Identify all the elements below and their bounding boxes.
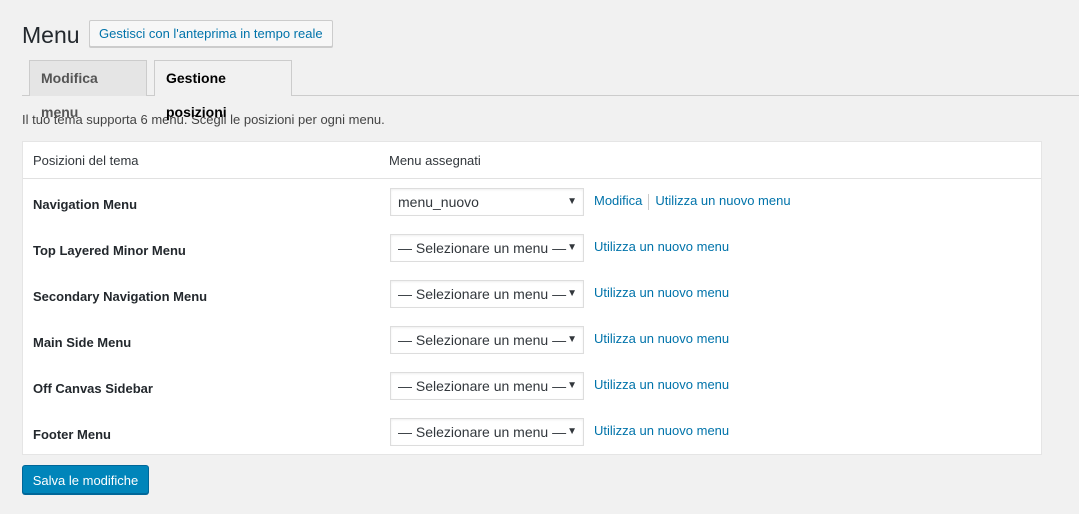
menu-locations-table: Posizioni del tema Menu assegnati Naviga…	[22, 141, 1042, 455]
menu-select[interactable]: — Selezionare un menu — ▼	[390, 326, 584, 354]
menu-select-value: — Selezionare un menu —	[398, 286, 567, 302]
chevron-down-icon: ▼	[567, 380, 577, 391]
menu-select-value: — Selezionare un menu —	[398, 332, 567, 348]
page-title: Menu	[22, 22, 80, 48]
row-links: Modifica Utilizza un nuovo menu	[594, 193, 791, 210]
row-links: Utilizza un nuovo menu	[594, 377, 729, 392]
location-name: Secondary Navigation Menu	[33, 289, 208, 304]
column-header-menus: Menu assegnati	[389, 153, 481, 168]
menu-select-value: — Selezionare un menu —	[398, 378, 567, 394]
tab-manage-locations[interactable]: Gestione posizioni	[154, 60, 292, 120]
location-name: Navigation Menu	[33, 197, 138, 212]
menu-select-value: — Selezionare un menu —	[398, 424, 567, 440]
tab-edit-menus[interactable]: Modifica menu	[29, 60, 147, 120]
link-separator	[648, 193, 650, 210]
row-links: Utilizza un nuovo menu	[594, 331, 729, 346]
menu-select-value: menu_nuovo	[398, 194, 479, 210]
location-name: Footer Menu	[33, 427, 111, 442]
use-new-menu-link[interactable]: Utilizza un nuovo menu	[594, 285, 729, 300]
use-new-menu-link[interactable]: Utilizza un nuovo menu	[594, 239, 729, 254]
chevron-down-icon: ▼	[567, 196, 577, 207]
column-header-locations: Posizioni del tema	[33, 153, 139, 168]
use-new-menu-link[interactable]: Utilizza un nuovo menu	[594, 377, 729, 392]
chevron-down-icon: ▼	[567, 288, 577, 299]
edit-menu-link[interactable]: Modifica	[594, 193, 642, 208]
table-row: Navigation Menu menu_nuovo ▼ Modifica Uti…	[23, 180, 1041, 226]
row-links: Utilizza un nuovo menu	[594, 423, 729, 438]
menu-select-value: — Selezionare un menu —	[398, 240, 567, 256]
table-row: Off Canvas Sidebar — Selezionare un menu…	[23, 364, 1041, 410]
save-changes-button[interactable]: Salva le modifiche	[22, 465, 149, 494]
use-new-menu-link[interactable]: Utilizza un nuovo menu	[655, 193, 790, 208]
live-preview-button[interactable]: Gestisci con l'anteprima in tempo reale	[89, 20, 333, 47]
location-name: Top Layered Minor Menu	[33, 243, 186, 258]
table-row: Main Side Menu — Selezionare un menu — ▼…	[23, 318, 1041, 364]
use-new-menu-link[interactable]: Utilizza un nuovo menu	[594, 331, 729, 346]
table-row: Secondary Navigation Menu — Selezionare …	[23, 272, 1041, 318]
row-links: Utilizza un nuovo menu	[594, 285, 729, 300]
location-name: Main Side Menu	[33, 335, 132, 350]
chevron-down-icon: ▼	[567, 334, 577, 345]
row-links: Utilizza un nuovo menu	[594, 239, 729, 254]
menu-select[interactable]: — Selezionare un menu — ▼	[390, 234, 584, 262]
chevron-down-icon: ▼	[567, 426, 577, 437]
menu-select[interactable]: — Selezionare un menu — ▼	[390, 372, 584, 400]
chevron-down-icon: ▼	[567, 242, 577, 253]
menu-select[interactable]: — Selezionare un menu — ▼	[390, 280, 584, 308]
table-row: Footer Menu — Selezionare un menu — ▼ Ut…	[23, 410, 1041, 456]
table-header: Posizioni del tema Menu assegnati	[23, 142, 1041, 179]
menu-select[interactable]: — Selezionare un menu — ▼	[390, 418, 584, 446]
menu-select[interactable]: menu_nuovo ▼	[390, 188, 584, 216]
table-row: Top Layered Minor Menu — Selezionare un …	[23, 226, 1041, 272]
use-new-menu-link[interactable]: Utilizza un nuovo menu	[594, 423, 729, 438]
location-name: Off Canvas Sidebar	[33, 381, 153, 396]
